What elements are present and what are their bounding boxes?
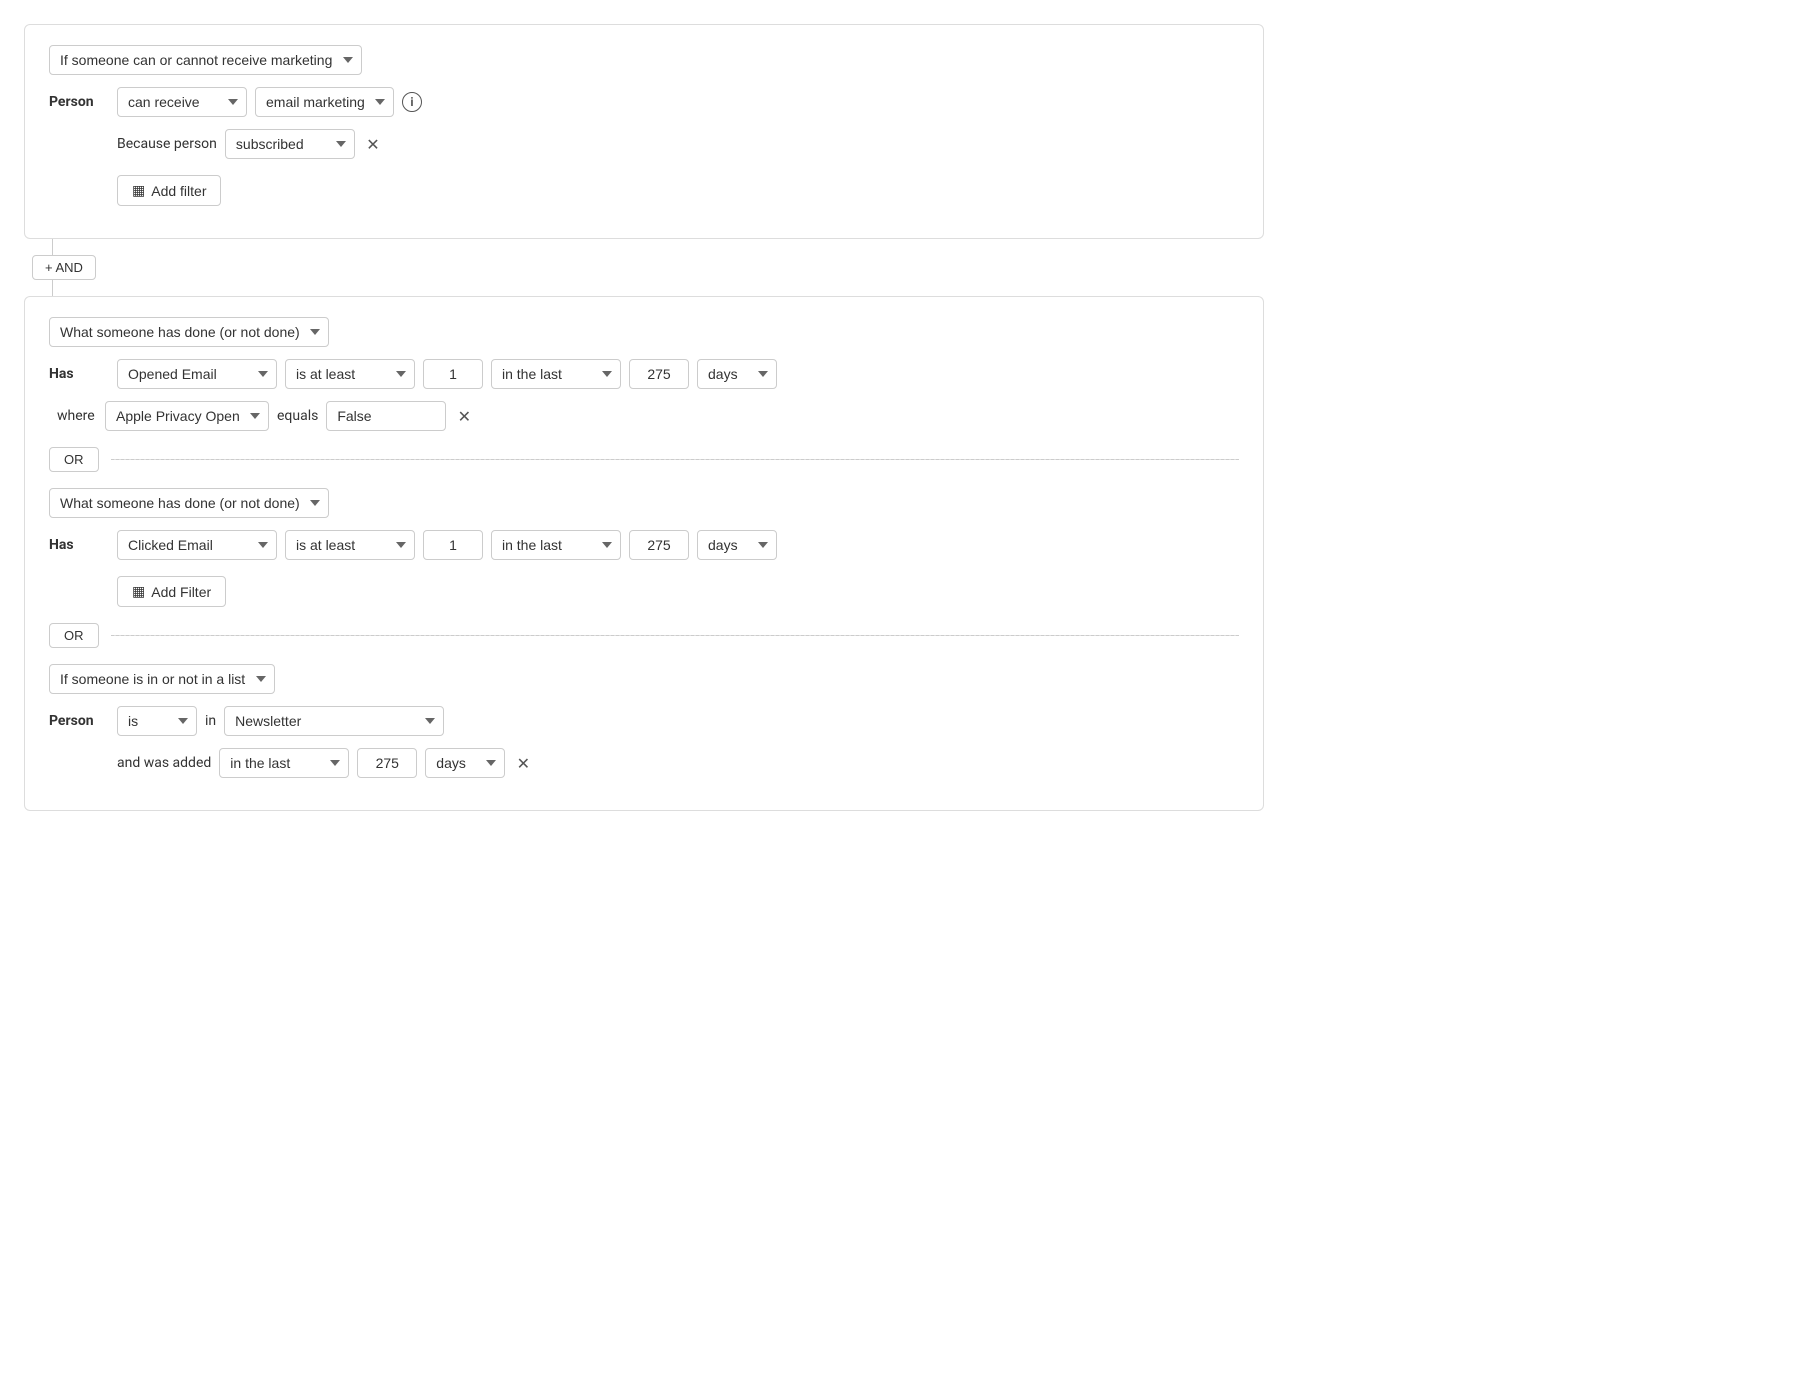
apple-privacy-select[interactable]: Apple Privacy Open [105,401,269,431]
equals-value-input[interactable] [326,401,446,431]
add-filter-label-2: Add Filter [151,584,211,600]
marketing-condition-block: If someone can or cannot receive marketi… [24,24,1264,239]
equals-label-1: equals [277,408,318,424]
or-line-2 [111,635,1240,636]
clicked-count-input[interactable] [423,530,483,560]
in-label: in [205,713,216,729]
person-label-2: Person [49,713,109,729]
marketing-condition-select[interactable]: If someone can or cannot receive marketi… [49,45,362,75]
has-label-2: Has [49,537,109,553]
filter-icon-1: ▦ [132,182,145,199]
where-label: where [57,408,97,424]
or-line-1 [111,459,1240,460]
list-condition-select[interactable]: If someone is in or not in a list [49,664,275,694]
clicked-email-select[interactable]: Clicked Email [117,530,277,560]
or-button-1[interactable]: OR [49,447,99,472]
clicked-days-unit-select[interactable]: days [697,530,777,560]
opened-comparison-select[interactable]: is at least [285,359,415,389]
filter-icon-2: ▦ [132,583,145,600]
opened-condition-select[interactable]: What someone has done (or not done) [49,317,329,347]
or-button-2[interactable]: OR [49,623,99,648]
close-list-filter-button[interactable]: ✕ [513,753,533,773]
clicked-days-input[interactable] [629,530,689,560]
close-where-button[interactable]: ✕ [454,406,474,426]
list-days-input[interactable] [357,748,417,778]
person-label: Person [49,94,109,110]
opened-email-select[interactable]: Opened Email [117,359,277,389]
email-marketing-select[interactable]: email marketing [255,87,394,117]
add-filter-label-1: Add filter [151,183,206,199]
opened-days-unit-select[interactable]: days [697,359,777,389]
list-time-select[interactable]: in the last [219,748,349,778]
add-filter-button-1[interactable]: ▦ Add filter [117,175,221,206]
list-days-unit-select[interactable]: days [425,748,505,778]
has-label-1: Has [49,366,109,382]
subscribed-select[interactable]: subscribed [225,129,355,159]
clicked-comparison-select[interactable]: is at least [285,530,415,560]
newsletter-select[interactable]: Newsletter [224,706,444,736]
opened-days-input[interactable] [629,359,689,389]
because-person-label: Because person [117,136,217,152]
info-icon[interactable]: i [402,92,422,112]
clicked-condition-select[interactable]: What someone has done (or not done) [49,488,329,518]
and-was-added-label: and was added [117,755,211,771]
add-filter-button-2[interactable]: ▦ Add Filter [117,576,226,607]
opened-time-select[interactable]: in the last [491,359,621,389]
opened-count-input[interactable] [423,359,483,389]
opened-email-block: What someone has done (or not done) Has … [24,296,1264,811]
clicked-email-sub-block: What someone has done (or not done) Has … [49,488,1239,607]
list-condition-sub-block: If someone is in or not in a list Person… [49,664,1239,778]
or-divider-1: OR [49,447,1239,472]
and-button[interactable]: + AND [32,255,96,280]
clicked-time-select[interactable]: in the last [491,530,621,560]
close-because-button[interactable]: ✕ [363,134,383,154]
or-divider-2: OR [49,623,1239,648]
can-receive-select[interactable]: can receive [117,87,247,117]
is-select[interactable]: is [117,706,197,736]
